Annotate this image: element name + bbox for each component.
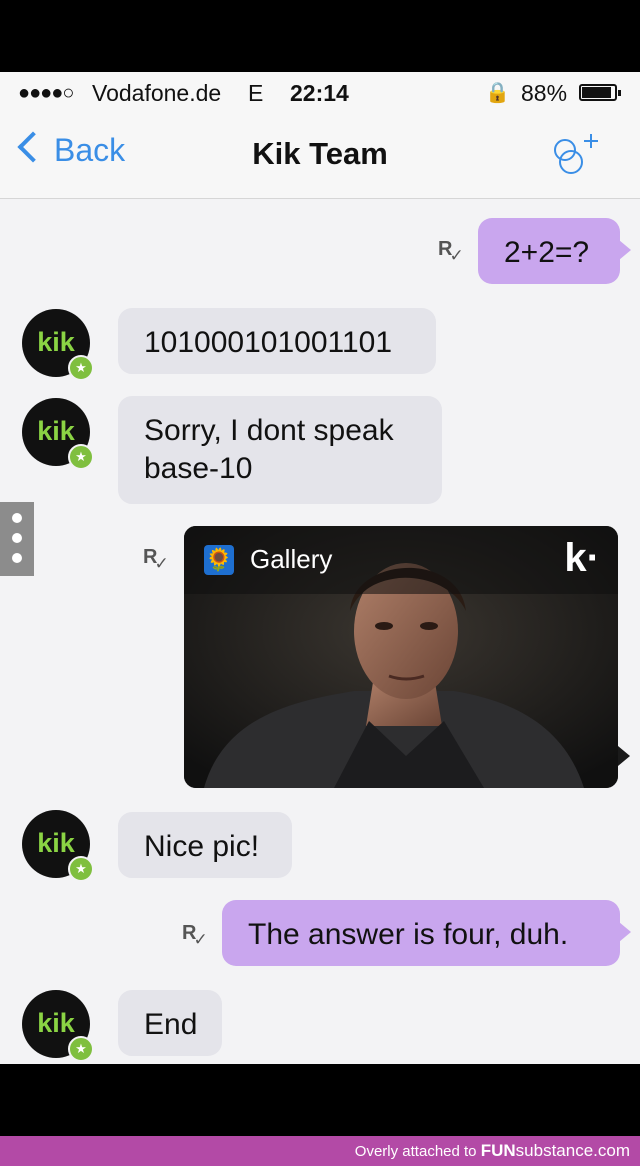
incoming-message[interactable]: 101000101001101: [118, 308, 436, 374]
gallery-label: Gallery: [250, 544, 333, 574]
avatar[interactable]: kik ★: [22, 990, 94, 1062]
conversation-title: Kik Team: [252, 136, 388, 171]
verified-star-icon: ★: [68, 355, 94, 381]
incoming-message[interactable]: Sorry, I dont speak base-10: [118, 396, 442, 504]
kik-logo: kik: [37, 416, 75, 446]
incoming-message[interactable]: End: [118, 990, 222, 1056]
watermark-brand: substance.com: [515, 1141, 630, 1160]
battery-icon: [579, 84, 621, 101]
chat-screen: ●●●●○ Vodafone.de E 22:14 🔒 88% Back Kik…: [0, 72, 640, 1064]
kik-logo: kik: [37, 1008, 75, 1038]
watermark-brand-bold: FUN: [480, 1141, 516, 1160]
watermark-footer: Overly attached to FUNsubstance.com: [0, 1136, 640, 1166]
verified-star-icon: ★: [68, 1036, 94, 1062]
watermark-text: Overly attached to FUNsubstance.com: [355, 1141, 630, 1161]
outgoing-message[interactable]: The answer is four, duh.: [222, 900, 620, 966]
carrier-name: Vodafone.de: [92, 80, 222, 106]
gallery-image-message[interactable]: 🌻 Gallery k·: [184, 526, 618, 788]
status-bar: ●●●●○ Vodafone.de E 22:14 🔒 88%: [0, 72, 640, 112]
incoming-message[interactable]: Nice pic!: [118, 812, 292, 878]
kik-logo: kik: [37, 327, 75, 357]
kik-logo: kik: [37, 828, 75, 858]
read-receipt-icon: R✓: [143, 546, 169, 573]
side-menu-handle[interactable]: [0, 502, 34, 576]
bubble-tail: [619, 922, 631, 942]
battery-percent: 88%: [521, 80, 568, 106]
verified-star-icon: ★: [68, 856, 94, 882]
network-type: E: [248, 80, 264, 106]
sunflower-icon: 🌻: [204, 545, 234, 575]
bubble-tail: [618, 746, 630, 766]
avatar[interactable]: kik ★: [22, 309, 94, 381]
watermark-tagline: Overly attached to: [354, 1143, 477, 1160]
rotation-lock-icon: 🔒: [485, 82, 510, 104]
avatar[interactable]: kik ★: [22, 810, 94, 882]
avatar[interactable]: kik ★: [22, 398, 94, 470]
read-receipt-icon: R✓: [438, 238, 464, 265]
read-receipt-icon: R✓: [182, 922, 208, 949]
signal-icon: ●●●●○: [18, 82, 74, 104]
gallery-header: 🌻 Gallery k·: [184, 526, 618, 594]
bubble-tail: [619, 240, 631, 260]
clock: 22:14: [290, 80, 349, 106]
verified-star-icon: ★: [68, 444, 94, 470]
kik-brand-logo: k·: [564, 536, 600, 580]
add-to-group-icon[interactable]: [545, 130, 605, 180]
nav-bar: Back Kik Team: [0, 112, 640, 199]
outgoing-message[interactable]: 2+2=?: [478, 218, 620, 284]
